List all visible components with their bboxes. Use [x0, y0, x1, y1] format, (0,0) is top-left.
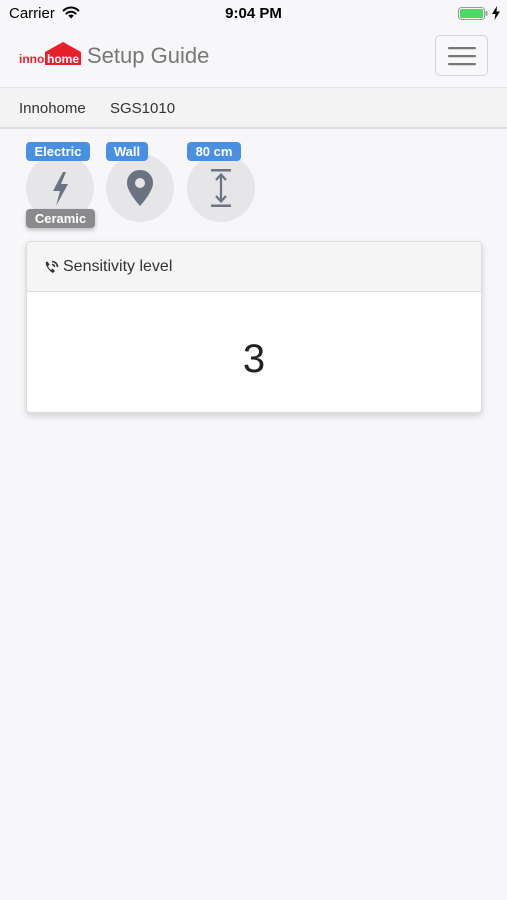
- status-bar: Carrier 9:04 PM: [0, 0, 507, 26]
- svg-text:inno: inno: [19, 52, 44, 66]
- vertical-measure-icon: [211, 169, 231, 207]
- map-pin-icon: [127, 170, 153, 206]
- breadcrumb-model[interactable]: SGS1010: [110, 100, 175, 117]
- battery-icon: [458, 7, 488, 20]
- card-title: Sensitivity level: [63, 258, 173, 275]
- charging-bolt-icon: [492, 6, 500, 20]
- height-badge: 80 cm: [187, 142, 241, 161]
- sensitivity-value[interactable]: 3: [27, 337, 481, 382]
- breadcrumb-brand[interactable]: Innohome: [19, 100, 86, 117]
- signal-icon: [45, 260, 59, 273]
- material-badge: Ceramic: [26, 209, 95, 228]
- svg-text:home: home: [47, 52, 79, 66]
- navbar: inno home Setup Guide: [0, 26, 507, 88]
- power-type-badge: Electric: [26, 142, 90, 161]
- card-header: Sensitivity level: [27, 242, 481, 292]
- hamburger-menu-icon: [448, 47, 476, 66]
- innohome-logo[interactable]: inno home: [19, 41, 81, 67]
- location-option-button[interactable]: [106, 154, 174, 222]
- location-badge: Wall: [106, 142, 148, 161]
- menu-toggle-button[interactable]: [435, 35, 488, 76]
- height-option-button[interactable]: [187, 154, 255, 222]
- sensitivity-card: Sensitivity level 3: [26, 241, 482, 413]
- clock-time: 9:04 PM: [225, 5, 282, 22]
- breadcrumb: Innohome SGS1010: [0, 88, 507, 129]
- page-title: Setup Guide: [87, 43, 210, 68]
